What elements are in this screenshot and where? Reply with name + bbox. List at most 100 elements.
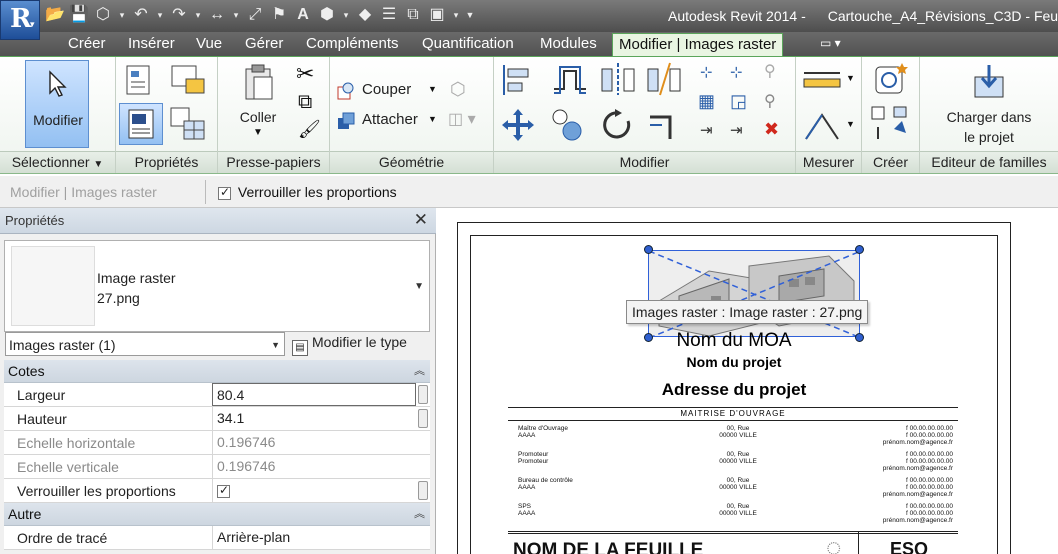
tab-vue[interactable]: Vue [196, 35, 222, 52]
close-hidden-icon[interactable]: ⧉ [402, 4, 424, 26]
tab-inserer[interactable]: Insérer [128, 35, 175, 52]
measure-icon[interactable]: ↔ [206, 4, 228, 26]
collapse-icon[interactable]: ︽ [414, 503, 425, 525]
switch-windows-icon[interactable]: ▣ [426, 4, 448, 26]
edit-type-label: Modifier le type [312, 334, 407, 350]
dimension-icon[interactable]: ⤢ [244, 4, 266, 26]
drawing-area[interactable]: Nom du MOA Nom du projet Adresse du proj… [437, 208, 1058, 554]
load-into-project-button[interactable]: Charger dans le projet [934, 59, 1044, 147]
scale-icon[interactable]: ◲ [730, 91, 747, 112]
application-menu-button[interactable]: R ▾ [0, 0, 40, 40]
paste-button[interactable]: Coller ▼ [226, 59, 290, 139]
array-icon[interactable]: ▦ [698, 91, 715, 112]
align-icon[interactable] [500, 63, 534, 97]
aligned-dimension-icon[interactable] [802, 107, 842, 143]
tab-modules[interactable]: Modules [540, 35, 597, 52]
split-element-icon[interactable]: ⊹ [700, 63, 713, 81]
chevron-down-icon[interactable]: ▼ [414, 281, 424, 292]
properties-title: Propriétés [5, 213, 65, 228]
undo-dropdown-icon[interactable]: ▾ [154, 4, 166, 26]
open-icon[interactable]: 📂 [44, 4, 66, 26]
type-selector-icon[interactable] [168, 105, 208, 143]
cut-icon[interactable]: ✂ [296, 61, 314, 87]
width-input[interactable]: 80.4 [212, 383, 416, 406]
3d-view-icon[interactable]: ⬢ [316, 4, 338, 26]
ribbon-minimize-icon[interactable]: ▭ ▾ [820, 36, 841, 50]
tab-creer[interactable]: Créer [68, 35, 106, 52]
cut-geometry-icon [337, 82, 354, 100]
offset-icon[interactable] [550, 63, 590, 97]
mirror-draw-axis-icon[interactable] [646, 61, 682, 97]
lock-proportions-checkbox[interactable] [218, 185, 231, 200]
move-icon[interactable] [500, 107, 536, 143]
property-label: Echelle horizontale [17, 435, 136, 451]
tag-icon[interactable]: ⚑ [268, 4, 290, 26]
section-icon[interactable]: ◆ [354, 4, 376, 26]
unpin-icon[interactable]: ⚲ [764, 91, 776, 111]
sync-icon[interactable]: ⬡ [92, 4, 114, 26]
undo-icon[interactable]: ↶ [130, 4, 152, 26]
scrollbar-thumb[interactable] [418, 385, 428, 404]
qat-customize-icon[interactable]: ▼ [464, 4, 476, 26]
group-header-cotes[interactable]: Cotes ︽ [4, 360, 430, 383]
trim-multiple-icon[interactable]: ⇥ [700, 121, 713, 139]
lock-proportions-property-checkbox[interactable] [217, 483, 230, 498]
split-gap-icon[interactable]: ⊹ [730, 63, 743, 81]
split-face-icon[interactable]: ◫ ▾ [448, 109, 476, 129]
type-selector[interactable]: Image raster 27.png ▼ [4, 240, 430, 332]
3d-dropdown-icon[interactable]: ▾ [340, 4, 352, 26]
family-category-icon[interactable] [168, 63, 208, 99]
group-header-autre[interactable]: Autre ︽ [4, 503, 430, 526]
delete-icon[interactable]: ✖ [764, 119, 779, 140]
join-geometry-button[interactable]: Attacher ▼ [336, 109, 440, 131]
divider [508, 531, 958, 532]
sync-dropdown-icon[interactable]: ▾ [116, 4, 128, 26]
redo-icon[interactable]: ↷ [168, 4, 190, 26]
close-icon[interactable]: ✕ [414, 210, 428, 230]
select-panel-label[interactable]: Sélectionner ▼ [0, 151, 115, 173]
instance-filter-dropdown[interactable]: Images raster (1) ▼ [5, 332, 285, 356]
rotate-icon[interactable] [600, 107, 636, 143]
copy-icon[interactable]: ⧉ [298, 91, 312, 114]
switch-dropdown-icon[interactable]: ▾ [450, 4, 462, 26]
sheet-border: Nom du MOA Nom du projet Adresse du proj… [457, 222, 1011, 554]
lock-proportions-option[interactable]: Verrouiller les proportions [218, 184, 397, 200]
type-properties-icon[interactable] [122, 63, 158, 99]
create-group-icon[interactable] [870, 105, 910, 143]
redo-dropdown-icon[interactable]: ▾ [192, 4, 204, 26]
tab-complements[interactable]: Compléments [306, 35, 399, 52]
dimension-dropdown-arrow[interactable]: ▼ [846, 119, 855, 129]
stakeholder-city: 00000 VILLE [719, 458, 757, 465]
match-properties-icon[interactable]: 🖌 [298, 119, 321, 140]
trim-extend-icon[interactable] [646, 107, 682, 143]
measure-between-icon[interactable] [802, 67, 842, 89]
save-icon[interactable]: 💾 [68, 4, 90, 26]
copy-element-icon[interactable] [550, 107, 586, 143]
measure-dropdown-arrow[interactable]: ▼ [846, 73, 855, 83]
pin-icon[interactable]: ⚲ [764, 61, 776, 81]
tab-quantification[interactable]: Quantification [422, 35, 514, 52]
revit-logo-icon: R [10, 4, 32, 34]
properties-panel-label: Propriétés [116, 151, 217, 173]
text-icon[interactable]: A [292, 4, 314, 26]
extend-icon[interactable]: ⇥ [730, 121, 743, 139]
wall-joins-icon[interactable]: ⬡ [450, 79, 466, 100]
draw-order-value[interactable]: Arrière-plan [212, 526, 416, 549]
create-similar-icon[interactable] [872, 61, 910, 97]
thin-lines-icon[interactable]: ☰ [378, 4, 400, 26]
height-input[interactable]: 34.1 [212, 407, 416, 430]
scrollbar-thumb[interactable] [418, 409, 428, 428]
stakeholder-fax: f 00.00.00.00.00 [906, 510, 953, 517]
tab-gerer[interactable]: Gérer [245, 35, 283, 52]
scrollbar-thumb[interactable] [418, 481, 428, 500]
mirror-pick-axis-icon[interactable] [600, 61, 636, 97]
measure-dropdown-icon[interactable]: ▾ [230, 4, 242, 26]
collapse-icon[interactable]: ︽ [414, 360, 425, 382]
load-into-project-icon [974, 65, 1004, 98]
stakeholder-role: Promoteur [518, 451, 549, 458]
cut-geometry-button[interactable]: Couper ▼ [336, 79, 440, 101]
modify-button[interactable]: Modifier [25, 60, 89, 148]
properties-button[interactable] [119, 103, 163, 145]
edit-type-button[interactable]: ▤ Modifier le type [292, 334, 407, 356]
tab-modifier-images-raster[interactable]: Modifier | Images raster [612, 33, 784, 56]
